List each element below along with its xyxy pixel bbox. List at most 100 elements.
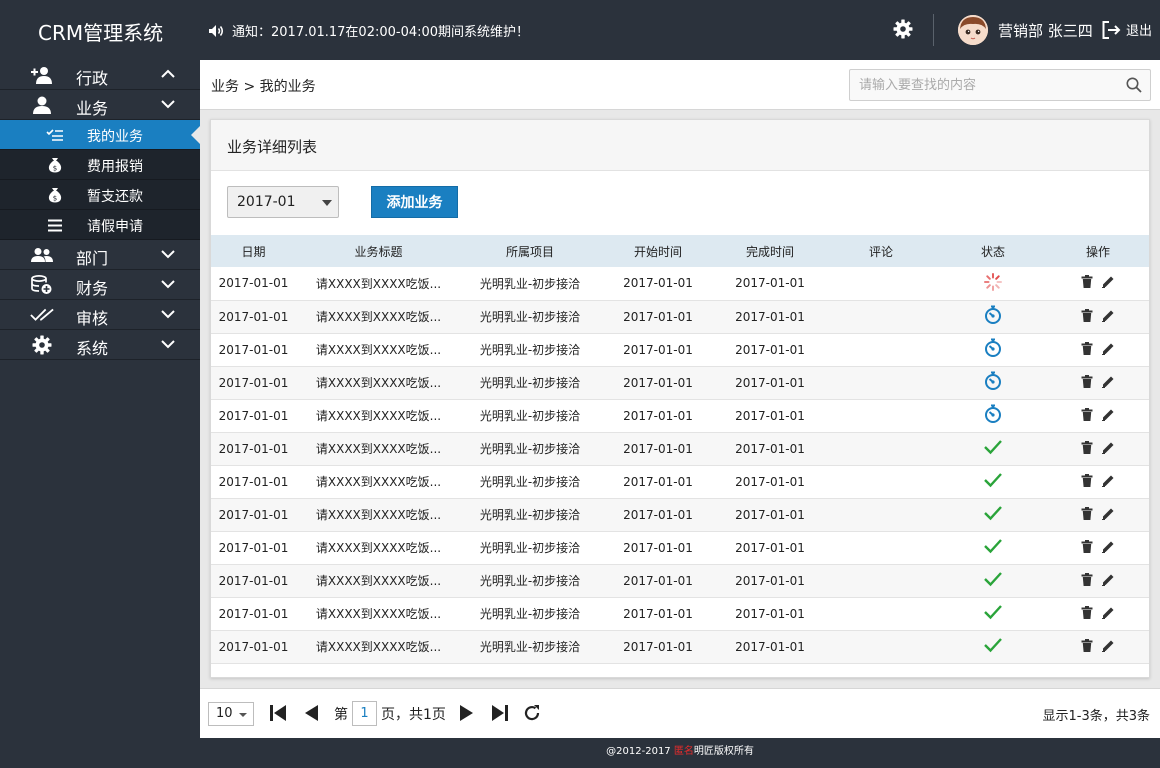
cell-project: 光明乳业-初步接洽: [461, 399, 599, 433]
next-page-icon[interactable]: [459, 704, 475, 722]
cell-end: 2017-01-01: [717, 531, 823, 565]
edit-pencil-icon[interactable]: [1101, 375, 1115, 388]
cell-comment: [823, 333, 939, 367]
cell-project: 光明乳业-初步接洽: [461, 333, 599, 367]
table-row[interactable]: 2017-01-01 请XXXX到XXXX吃饭... 光明乳业-初步接洽 2017-0…: [211, 300, 1149, 334]
page-number-input[interactable]: [352, 701, 377, 726]
sidebar-subitem-label: 费用报销: [87, 159, 143, 175]
edit-pencil-icon[interactable]: [1101, 507, 1115, 520]
edit-pencil-icon[interactable]: [1101, 408, 1115, 421]
cell-date: 2017-01-01: [211, 267, 296, 301]
delete-icon[interactable]: [1081, 638, 1093, 652]
table-row[interactable]: 2017-01-01 请XXXX到XXXX吃饭... 光明乳业-初步接洽 2017-0…: [211, 531, 1149, 565]
edit-pencil-icon[interactable]: [1101, 275, 1115, 289]
delete-icon[interactable]: [1081, 440, 1093, 454]
search-icon[interactable]: [1126, 77, 1142, 93]
month-select[interactable]: 2017-01: [227, 186, 339, 218]
delete-icon[interactable]: [1081, 407, 1093, 421]
search-input[interactable]: [850, 70, 1120, 100]
double-check-icon: [30, 304, 54, 326]
table-row[interactable]: 2017-01-01 请XXXX到XXXX吃饭... 光明乳业-初步接洽 2017-0…: [211, 465, 1149, 499]
edit-pencil-icon[interactable]: [1101, 573, 1115, 586]
cell-date: 2017-01-01: [211, 399, 296, 433]
table-row[interactable]: 2017-01-01 请XXXX到XXXX吃饭... 光明乳业-初步接洽 2017-0…: [211, 498, 1149, 532]
refresh-icon[interactable]: [523, 704, 541, 722]
column-header: 业务标题: [296, 235, 461, 267]
delete-icon[interactable]: [1081, 341, 1093, 355]
chevron-down-icon: [161, 340, 175, 349]
sidebar-subitem-expense[interactable]: $ 费用报销: [0, 150, 200, 180]
sidebar-item-department[interactable]: 部门: [0, 240, 200, 270]
table-row[interactable]: 2017-01-01 请XXXX到XXXX吃饭... 光明乳业-初步接洽 2017-0…: [211, 366, 1149, 400]
sidebar-item-business[interactable]: 业务: [0, 90, 200, 120]
delete-icon[interactable]: [1081, 605, 1093, 619]
panel-title: 业务详细列表: [227, 138, 318, 156]
sidebar-subitem-advance-repay[interactable]: $ 暂支还款: [0, 180, 200, 210]
first-page-icon[interactable]: [269, 704, 287, 722]
last-page-icon[interactable]: [491, 704, 509, 722]
cell-status: [939, 564, 1047, 598]
logout-button[interactable]: 退出: [1102, 20, 1152, 39]
settings-gear-icon[interactable]: [893, 19, 913, 39]
cell-project: 光明乳业-初步接洽: [461, 630, 599, 664]
sidebar-item-admin[interactable]: 行政: [0, 60, 200, 90]
edit-pencil-icon[interactable]: [1101, 540, 1115, 553]
delete-icon[interactable]: [1081, 275, 1093, 289]
sidebar-subitem-leave[interactable]: 请假申请: [0, 210, 200, 240]
header-divider: [933, 14, 934, 46]
edit-pencil-icon[interactable]: [1101, 639, 1115, 652]
delete-icon[interactable]: [1081, 506, 1093, 520]
cell-actions: [1047, 366, 1149, 400]
user-avatar[interactable]: [958, 15, 988, 45]
svg-text:$: $: [53, 165, 57, 173]
table-row[interactable]: 2017-01-01 请XXXX到XXXX吃饭... 光明乳业-初步接洽 2017-0…: [211, 267, 1149, 301]
cell-project: 光明乳业-初步接洽: [461, 564, 599, 598]
cell-status: [939, 300, 1047, 334]
edit-pencil-icon[interactable]: [1101, 309, 1115, 322]
edit-pencil-icon[interactable]: [1101, 474, 1115, 487]
delete-icon[interactable]: [1081, 308, 1093, 322]
dropdown-arrow-icon: [322, 200, 332, 206]
table-row[interactable]: 2017-01-01 请XXXX到XXXX吃饭... 光明乳业-初步接洽 2017-0…: [211, 333, 1149, 367]
cell-start: 2017-01-01: [599, 564, 717, 598]
search-box: [849, 69, 1151, 101]
add-user-icon: [30, 64, 54, 86]
column-header: 状态: [939, 235, 1047, 267]
delete-icon[interactable]: [1081, 473, 1093, 487]
sidebar-item-audit[interactable]: 审核: [0, 300, 200, 330]
table-row[interactable]: 2017-01-01 请XXXX到XXXX吃饭... 光明乳业-初步接洽 2017-0…: [211, 432, 1149, 466]
table-row[interactable]: 2017-01-01 请XXXX到XXXX吃饭... 光明乳业-初步接洽 2017-0…: [211, 564, 1149, 598]
delete-icon[interactable]: [1081, 539, 1093, 553]
user-name[interactable]: 营销部 张三四: [998, 20, 1093, 41]
sidebar-subitem-my-business[interactable]: 我的业务: [0, 120, 201, 150]
delete-icon[interactable]: [1081, 572, 1093, 586]
sidebar-item-finance[interactable]: 财务: [0, 270, 200, 300]
cell-start: 2017-01-01: [599, 432, 717, 466]
sidebar: 行政 业务 我的业务 $ 费用报销 $ 暂支还款 请假申请 部门 财务 审核 系…: [0, 60, 201, 768]
cell-comment: [823, 564, 939, 598]
delete-icon[interactable]: [1081, 374, 1093, 388]
cell-project: 光明乳业-初步接洽: [461, 465, 599, 499]
edit-pencil-icon[interactable]: [1101, 606, 1115, 619]
add-business-button[interactable]: 添加业务: [371, 186, 458, 218]
sidebar-subitem-label: 暂支还款: [87, 189, 143, 205]
table-row[interactable]: 2017-01-01 请XXXX到XXXX吃饭... 光明乳业-初步接洽 2017-0…: [211, 399, 1149, 433]
cell-actions: [1047, 399, 1149, 433]
cell-project: 光明乳业-初步接洽: [461, 498, 599, 532]
prev-page-icon[interactable]: [303, 704, 319, 722]
cell-end: 2017-01-01: [717, 366, 823, 400]
table-row[interactable]: 2017-01-01 请XXXX到XXXX吃饭... 光明乳业-初步接洽 2017-0…: [211, 630, 1149, 664]
cell-status: [939, 498, 1047, 532]
table-row[interactable]: 2017-01-01 请XXXX到XXXX吃饭... 光明乳业-初步接洽 2017-0…: [211, 597, 1149, 631]
edit-pencil-icon[interactable]: [1101, 441, 1115, 454]
cell-date: 2017-01-01: [211, 366, 296, 400]
cell-project: 光明乳业-初步接洽: [461, 531, 599, 565]
cell-end: 2017-01-01: [717, 399, 823, 433]
sidebar-item-system[interactable]: 系统: [0, 330, 200, 360]
cell-project: 光明乳业-初步接洽: [461, 267, 599, 301]
edit-pencil-icon[interactable]: [1101, 342, 1115, 355]
cell-status: [939, 366, 1047, 400]
cell-status: [939, 465, 1047, 499]
page-size-select[interactable]: 10: [208, 702, 254, 726]
cell-start: 2017-01-01: [599, 333, 717, 367]
